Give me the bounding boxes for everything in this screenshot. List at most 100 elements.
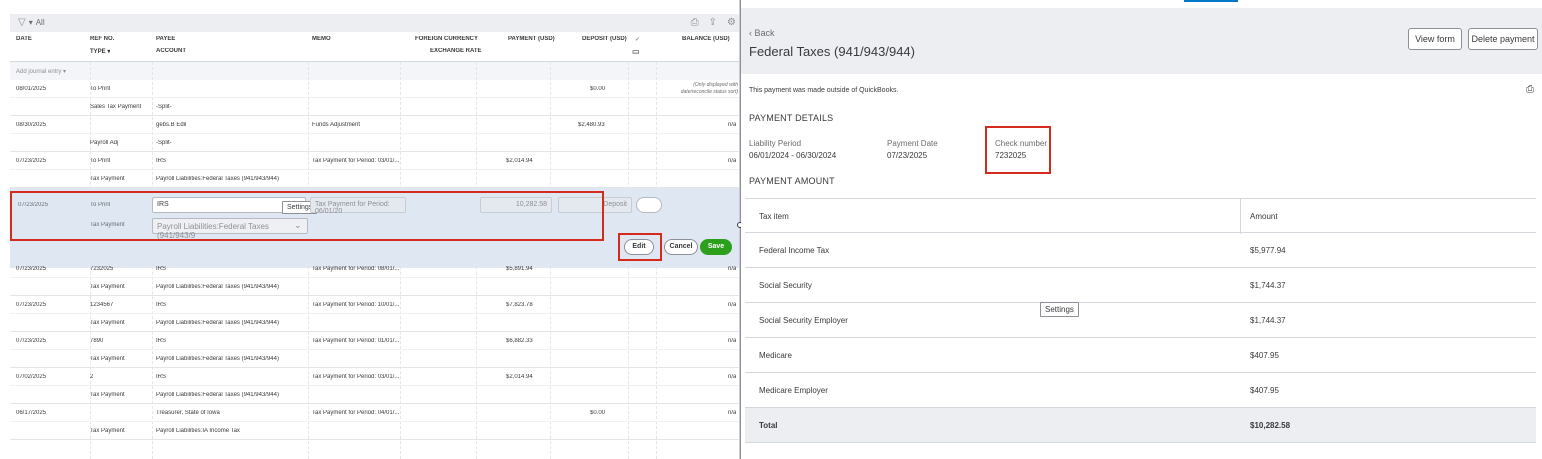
row-type: Tax Payment — [90, 176, 125, 182]
col-exchange-rate[interactable]: EXCHANGE RATE — [430, 48, 482, 54]
col-type[interactable]: TYPE ▾ — [90, 48, 110, 55]
screen: ▽ ▾ All ⎙ ⇪ ⚙ DATE REF NO. TYPE ▾ PAYEE … — [0, 0, 1542, 459]
row-balance: n/a — [728, 266, 737, 272]
col-foreign-currency[interactable]: FOREIGN CURRENCY — [415, 36, 478, 42]
row-balance: n/a — [728, 122, 737, 128]
row-memo: Tax Payment for Period: 04/01/... — [312, 410, 400, 416]
back-link[interactable]: ‹ Back — [749, 28, 775, 38]
print-icon[interactable]: ⎙ — [691, 17, 699, 28]
row-type: Tax Payment — [90, 356, 125, 362]
row-payment: $2,014.94 — [506, 158, 533, 164]
table-row: Medicare $407.95 — [745, 338, 1536, 373]
chevron-down-icon[interactable]: ⌄ — [294, 220, 302, 231]
row-payee: IRS — [156, 338, 167, 344]
table-row[interactable]: 07/23/2025 7232025 IRS Tax Payment for P… — [10, 260, 739, 296]
add-journal-entry-label: Add journal entry — [16, 69, 62, 75]
row-balance: n/a — [728, 410, 737, 416]
row-account: Payroll Liabilities:Federal Taxes (941/9… — [156, 320, 279, 326]
edit-button[interactable]: Edit — [624, 239, 654, 255]
col-date[interactable]: DATE — [16, 36, 32, 42]
total-value: $10,282.58 — [1250, 421, 1291, 430]
total-label: Total — [759, 421, 778, 430]
row-date: 07/23/2025 — [16, 302, 47, 308]
row-payee: IRS — [156, 266, 167, 272]
export-icon[interactable]: ⇪ — [709, 17, 717, 28]
top-strip — [741, 0, 1542, 8]
row-payee: IRS — [156, 158, 167, 164]
row-type: Sales Tax Payment — [90, 104, 142, 110]
chevron-left-icon: ‹ — [749, 28, 752, 38]
account-select[interactable]: Payroll Liabilities:Federal Taxes (941/9… — [152, 218, 308, 240]
row-type: Tax Payment — [90, 284, 125, 290]
save-button[interactable]: Save — [700, 239, 732, 255]
row-type: Tax Payment — [90, 392, 125, 398]
table-row[interactable]: 07/02/2025 2 IRS Tax Payment for Period:… — [10, 368, 739, 404]
edit-date[interactable]: 07/23/2025 — [18, 202, 48, 208]
table-row[interactable]: 07/23/2025 To Print IRS Tax Payment for … — [10, 152, 739, 188]
tax-item-name: Medicare — [759, 351, 792, 360]
col-payee[interactable]: PAYEE — [156, 36, 175, 42]
chevron-down-icon: ▾ — [28, 18, 33, 27]
row-date: 07/23/2025 — [16, 338, 47, 344]
payment-details-heading: PAYMENT DETAILS — [749, 113, 834, 123]
row-ref: 7232025 — [90, 266, 114, 272]
print-icon[interactable]: ⎙ — [1526, 84, 1534, 95]
table-row[interactable]: 06/17/2025 Treasurer, State of Iowa Tax … — [10, 404, 739, 440]
col-balance[interactable]: BALANCE (USD) — [682, 36, 730, 42]
row-date: 07/02/2025 — [16, 374, 47, 380]
row-deposit: $0.00 — [590, 410, 606, 416]
edit-ref[interactable]: To Print — [90, 202, 110, 208]
row-account: Payroll Liabilities:Federal Taxes (941/9… — [156, 356, 279, 362]
row-account: -Split- — [156, 140, 172, 146]
row-date: 08/30/2025 — [16, 122, 47, 128]
payment-detail-pane: ‹ Back Federal Taxes (941/943/944) View … — [741, 0, 1542, 459]
filter-control[interactable]: ▽ ▾ All — [18, 17, 45, 28]
row-deposit: $0.00 — [590, 86, 606, 92]
col-deposit[interactable]: DEPOSIT (USD) — [582, 36, 627, 42]
col-account[interactable]: ACCOUNT — [156, 48, 186, 54]
row-date: 08/01/2025 — [16, 86, 47, 92]
row-ref: 1234567 — [90, 302, 114, 308]
payment-input[interactable]: 10,282.58 — [480, 197, 552, 213]
row-account: -Split- — [156, 104, 172, 110]
view-form-button[interactable]: View form — [1408, 28, 1462, 50]
amount-header: Amount — [1250, 212, 1278, 221]
deposit-input[interactable]: Deposit — [558, 197, 632, 213]
row-ref: 7890 — [90, 338, 104, 344]
row-account: Payroll Liabilities:IA Income Tax — [156, 428, 240, 434]
table-row[interactable]: 08/01/2025 To Print $0.00 (Only displaye… — [10, 80, 739, 116]
col-memo[interactable]: MEMO — [312, 36, 331, 42]
add-journal-entry[interactable]: Add journal entry ▾ — [10, 62, 739, 80]
row-account: Payroll Liabilities:Federal Taxes (941/9… — [156, 284, 279, 290]
payment-date-label: Payment Date — [887, 139, 938, 148]
row-memo: Tax Payment for Period: 01/01/... — [312, 338, 400, 344]
edit-type: Tax Payment — [90, 222, 125, 228]
check-number-value: 7232025 — [995, 151, 1027, 160]
row-memo: Tax Payment for Period: 10/01/... — [312, 302, 400, 308]
table-row[interactable]: 08/30/2025 gebs.B Edil Funds Adjustment … — [10, 116, 739, 152]
cancel-button[interactable]: Cancel — [664, 239, 698, 255]
row-ref: 2 — [90, 374, 94, 380]
row-date: 07/23/2025 — [16, 158, 47, 164]
row-balance: n/a — [728, 302, 737, 308]
row-memo: Tax Payment for Period: 03/01/... — [312, 158, 400, 164]
delete-payment-button[interactable]: Delete payment — [1468, 28, 1538, 50]
table-row[interactable]: 07/23/2025 1234567 IRS Tax Payment for P… — [10, 296, 739, 332]
filter-icon: ▽ — [18, 17, 26, 28]
table-row: Federal Income Tax $5,977.94 — [745, 233, 1536, 268]
row-account: Payroll Liabilities:Federal Taxes (941/9… — [156, 392, 279, 398]
row-payment: $7,823.78 — [506, 302, 533, 308]
tax-item-amount: $1,744.37 — [1250, 316, 1286, 325]
reconcile-toggle[interactable] — [636, 197, 662, 213]
col-ref-no[interactable]: REF NO. — [90, 36, 114, 42]
tax-item-amount: $407.95 — [1250, 351, 1279, 360]
check-number-label: Check number — [995, 139, 1048, 148]
gear-icon[interactable]: ⚙ — [727, 17, 736, 28]
tax-item-name: Medicare Employer — [759, 386, 828, 395]
memo-input[interactable]: Tax Payment for Period: 06/01/20 — [310, 197, 406, 215]
col-payment[interactable]: PAYMENT (USD) — [508, 36, 555, 42]
page-title: Federal Taxes (941/943/944) — [749, 44, 915, 59]
row-date: 07/23/2025 — [16, 266, 47, 272]
table-row[interactable]: 07/23/2025 7890 IRS Tax Payment for Peri… — [10, 332, 739, 368]
payment-header: ‹ Back Federal Taxes (941/943/944) View … — [741, 8, 1542, 74]
